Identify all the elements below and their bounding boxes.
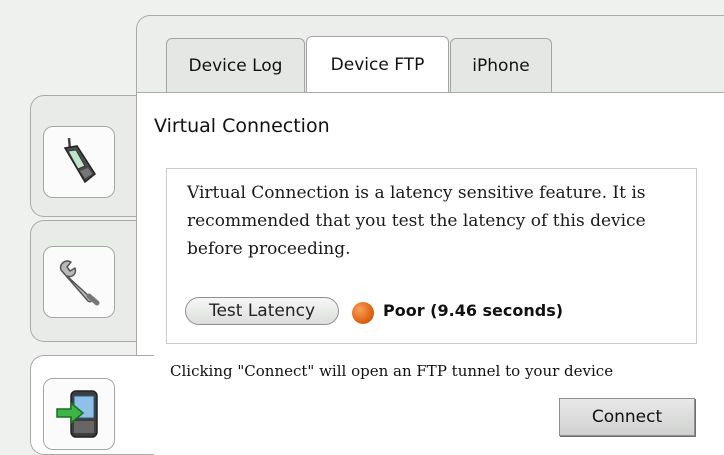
latency-status-label: Poor (9.46 seconds) [383,301,564,320]
mobile-phone-icon [43,126,115,198]
tab-device-log[interactable]: Device Log [166,38,305,92]
connect-hint: Clicking "Connect" will open an FTP tunn… [170,362,614,380]
latency-info-text: Virtual Connection is a latency sensitiv… [187,183,646,259]
connect-button[interactable]: Connect [559,398,695,436]
test-latency-button[interactable]: Test Latency [185,297,339,325]
latency-status-icon [352,302,374,324]
side-tab-device-ftp[interactable] [30,355,154,455]
tab-iphone-label: iPhone [472,55,530,76]
device-ftp-icon [43,378,115,450]
test-latency-button-label: Test Latency [208,301,316,321]
tab-device-ftp[interactable]: Device FTP [306,36,449,92]
tab-device-ftp-label: Device FTP [330,54,425,75]
tab-device-log-label: Device Log [188,55,283,76]
section-title: Virtual Connection [154,115,330,137]
wrench-icon [43,246,115,318]
tab-iphone[interactable]: iPhone [450,38,552,92]
connect-button-label: Connect [591,407,663,427]
